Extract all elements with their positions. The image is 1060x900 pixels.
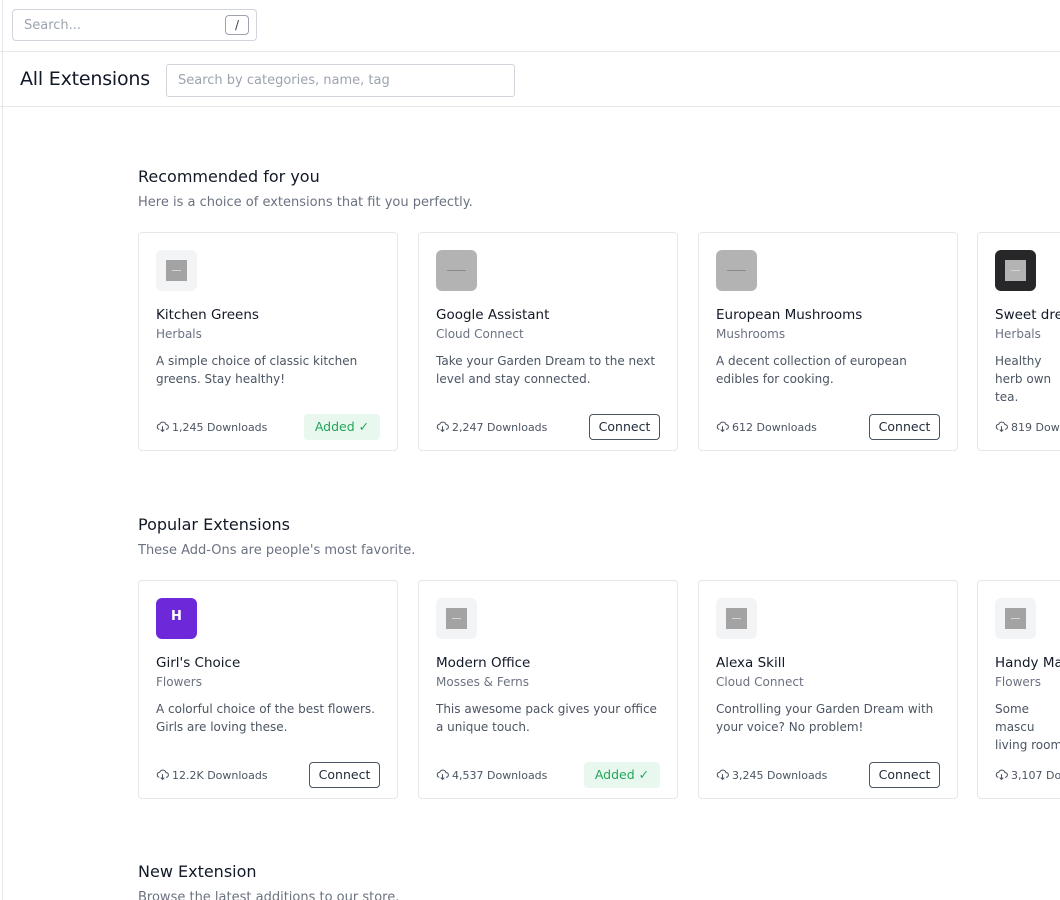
extension-card[interactable]: Kitchen Greens Herbals A simple choice o… <box>138 232 398 451</box>
left-divider <box>2 0 3 900</box>
global-search-input[interactable]: Search... / <box>12 9 257 41</box>
card-row: H Girl's Choice Flowers A colorful choic… <box>138 580 1060 799</box>
connect-button[interactable]: Connect <box>589 414 660 440</box>
extension-description: This awesome pack gives your office a un… <box>436 702 657 734</box>
page-title: All Extensions <box>20 68 150 90</box>
page-header: All Extensions Search by categories, nam… <box>0 53 1060 107</box>
extension-name: European Mushrooms <box>716 307 863 323</box>
connect-button[interactable]: Connect <box>869 414 940 440</box>
extension-description: A simple choice of classic kitchen green… <box>156 354 358 386</box>
extension-category: Cloud Connect <box>716 675 804 689</box>
extension-card[interactable]: European Mushrooms Mushrooms A decent co… <box>698 232 958 451</box>
app-window: Search... / All Extensions Search by cat… <box>0 0 1060 900</box>
extension-card[interactable]: Sweet dre Herbals Healthy herb own tea. … <box>977 232 1060 451</box>
check-icon: ✓ <box>358 419 370 434</box>
extension-category: Cloud Connect <box>436 327 524 341</box>
cloud-download-icon <box>995 769 1008 781</box>
letter-h-icon: H <box>156 598 197 639</box>
extension-name: Modern Office <box>436 655 531 671</box>
extension-name: Google Assistant <box>436 307 550 323</box>
extension-category: Herbals <box>995 327 1041 341</box>
section-new: New Extension Browse the latest addition… <box>138 862 1060 900</box>
global-search-placeholder: Search... <box>24 18 82 33</box>
card-row: Kitchen Greens Herbals A simple choice o… <box>138 232 1060 451</box>
section-title: New Extension <box>138 862 257 881</box>
download-count-text: 3,107 Dow <box>1011 769 1060 782</box>
cloud-download-icon <box>995 421 1008 433</box>
cloud-download-icon <box>716 769 729 781</box>
extension-name: Girl's Choice <box>156 655 241 671</box>
added-label: Added <box>314 419 355 434</box>
extension-filter-input[interactable]: Search by categories, name, tag <box>166 64 515 97</box>
extension-description: Healthy herb own tea. <box>995 354 1052 404</box>
added-status-button[interactable]: Added ✓ <box>584 762 660 788</box>
cloud-download-icon <box>436 421 449 433</box>
section-subtitle: These Add-Ons are people's most favorite… <box>138 543 416 558</box>
extension-category: Flowers <box>995 675 1041 689</box>
placeholder-image-icon <box>436 250 477 291</box>
shortcut-key-badge: / <box>225 15 249 35</box>
extension-category: Flowers <box>156 675 202 689</box>
extension-card[interactable]: H Girl's Choice Flowers A colorful choic… <box>138 580 398 799</box>
section-recommended: Recommended for you Here is a choice of … <box>138 167 1060 451</box>
check-icon: ✓ <box>638 767 650 782</box>
placeholder-image-icon <box>716 598 757 639</box>
download-count-text: 612 Downloads <box>732 421 817 434</box>
icon-letter: H <box>171 609 182 624</box>
placeholder-image-icon <box>995 250 1036 291</box>
extension-category: Mosses & Ferns <box>436 675 530 689</box>
extension-description: Some mascu living room. <box>995 702 1060 752</box>
extension-description: A decent collection of european edibles … <box>716 354 907 386</box>
cloud-download-icon <box>716 421 729 433</box>
added-label: Added <box>594 767 635 782</box>
top-bar: Search... / <box>0 0 1060 52</box>
cloud-download-icon <box>156 769 169 781</box>
extension-card[interactable]: Modern Office Mosses & Ferns This awesom… <box>418 580 678 799</box>
download-count-text: 1,245 Downloads <box>172 421 268 434</box>
extension-filter-placeholder: Search by categories, name, tag <box>178 73 390 88</box>
extension-description: Controlling your Garden Dream with your … <box>716 702 934 734</box>
cloud-download-icon <box>156 421 169 433</box>
cloud-download-icon <box>436 769 449 781</box>
section-title: Popular Extensions <box>138 515 290 534</box>
extension-name: Alexa Skill <box>716 655 786 671</box>
added-status-button[interactable]: Added ✓ <box>304 414 380 440</box>
extension-card[interactable]: Alexa Skill Cloud Connect Controlling yo… <box>698 580 958 799</box>
section-title: Recommended for you <box>138 167 320 186</box>
placeholder-image-icon <box>716 250 757 291</box>
section-subtitle: Here is a choice of extensions that fit … <box>138 195 473 210</box>
section-popular: Popular Extensions These Add-Ons are peo… <box>138 515 1060 799</box>
connect-button[interactable]: Connect <box>309 762 380 788</box>
download-count-text: 3,245 Downloads <box>732 769 828 782</box>
extension-category: Mushrooms <box>716 327 786 341</box>
download-count-text: 4,537 Downloads <box>452 769 548 782</box>
placeholder-image-icon <box>156 250 197 291</box>
extension-name: Handy Mar <box>995 655 1060 671</box>
extension-name: Sweet dre <box>995 307 1060 323</box>
placeholder-image-icon <box>436 598 477 639</box>
download-count-text: 819 Downl <box>1011 421 1060 434</box>
extension-description: A colorful choice of the best flowers. G… <box>156 702 375 734</box>
extension-card[interactable]: Handy Mar Flowers Some mascu living room… <box>977 580 1060 799</box>
download-count-text: 12.2K Downloads <box>172 769 268 782</box>
placeholder-image-icon <box>995 598 1036 639</box>
download-count-text: 2,247 Downloads <box>452 421 548 434</box>
connect-button[interactable]: Connect <box>869 762 940 788</box>
extension-category: Herbals <box>156 327 202 341</box>
extension-description: Take your Garden Dream to the next level… <box>436 354 656 386</box>
extension-card[interactable]: Google Assistant Cloud Connect Take your… <box>418 232 678 451</box>
section-subtitle: Browse the latest additions to our store… <box>138 890 400 900</box>
extension-name: Kitchen Greens <box>156 307 259 323</box>
